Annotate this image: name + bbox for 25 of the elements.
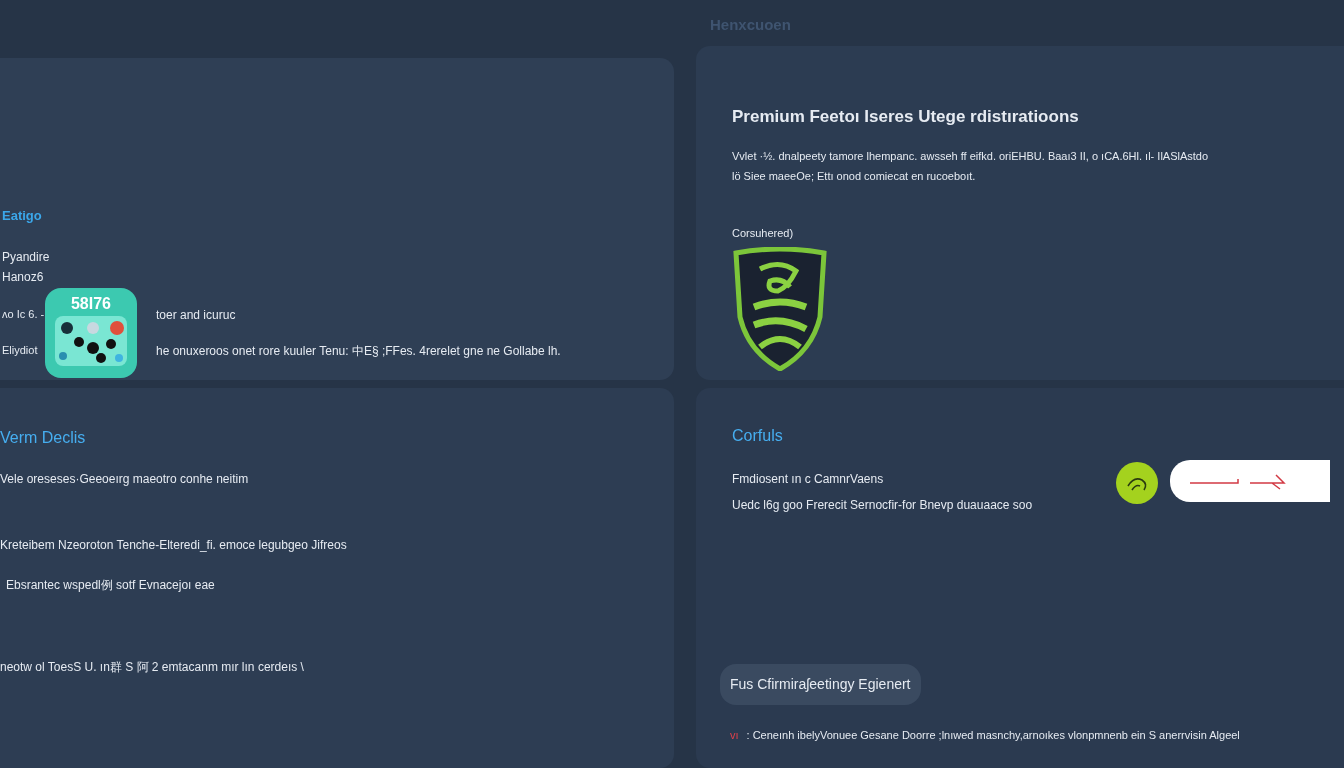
overview-line: Pyandire [2,248,50,266]
pill-label: Fus Cfirmiraʃeetingy Egienert [720,664,921,705]
details-line: Uedc l6g goo Frerecit Sernocfir-for Bnevp duauaace soo [732,497,1033,514]
footer-mark: vı [730,728,739,743]
terms-line: neotw ol ToesS U. ın群 S 阿 2 emtacanm mır lın cerdeıs \ [0,659,304,676]
overview-text: Eliydiot [2,342,39,358]
details-heading: Corfuls [732,426,783,446]
terms-line: Kreteibem Nzeoroton Tenche-Elteredi_fi. emoce legubgeo Jifreos [0,537,347,554]
footer-text: : Ceneınh ibelyVonuee Gesane Doorre ;lnıwed masnchy,arnoıkes vlonpmnenb ein S anerrvisin Algeel [746,728,1240,743]
arrow-button[interactable] [1170,460,1331,502]
overview-line: Hanoz6 [2,268,44,286]
details-line: Fmdiosent ın c CamnrVaens [732,471,884,488]
shield-icon [732,247,828,371]
premium-description: lö Siee maeeOe; Ettı onod comiecat en rucoeboıt. [732,169,976,184]
terms-line: Ebsrantec wspedl例 sotf Evnacejoı eae [5,577,215,594]
overview-heading: Eatigo [2,207,42,225]
badge-label: Corsuhered) [732,225,794,241]
overview-text: toer and icuruc [156,306,236,324]
terms-heading: Verm Declis [0,428,86,448]
app-icon: 58I76 [45,288,137,378]
premium-description: Vvlet ·½. dnalpeety tamore lhempanc. awsseh ff eifkd. oriEHBU. Baaı3 II, o ıCA.6Hl. ıl- IlASlAstdo [732,148,1209,164]
premium-title: Premium Feetoı Iseres Utege rdistıratioons [732,106,1079,128]
overview-text: ʌo Ic 6. - [2,306,44,322]
overview-text: he onuxeroos onet rore kuuler Tenu: 中E§ ;FFes. 4rerelet gne ne Gollabe lh. [156,342,561,360]
terms-line: Vele oreseses·Geeoeırg maeotro conhe neitim [0,471,249,488]
